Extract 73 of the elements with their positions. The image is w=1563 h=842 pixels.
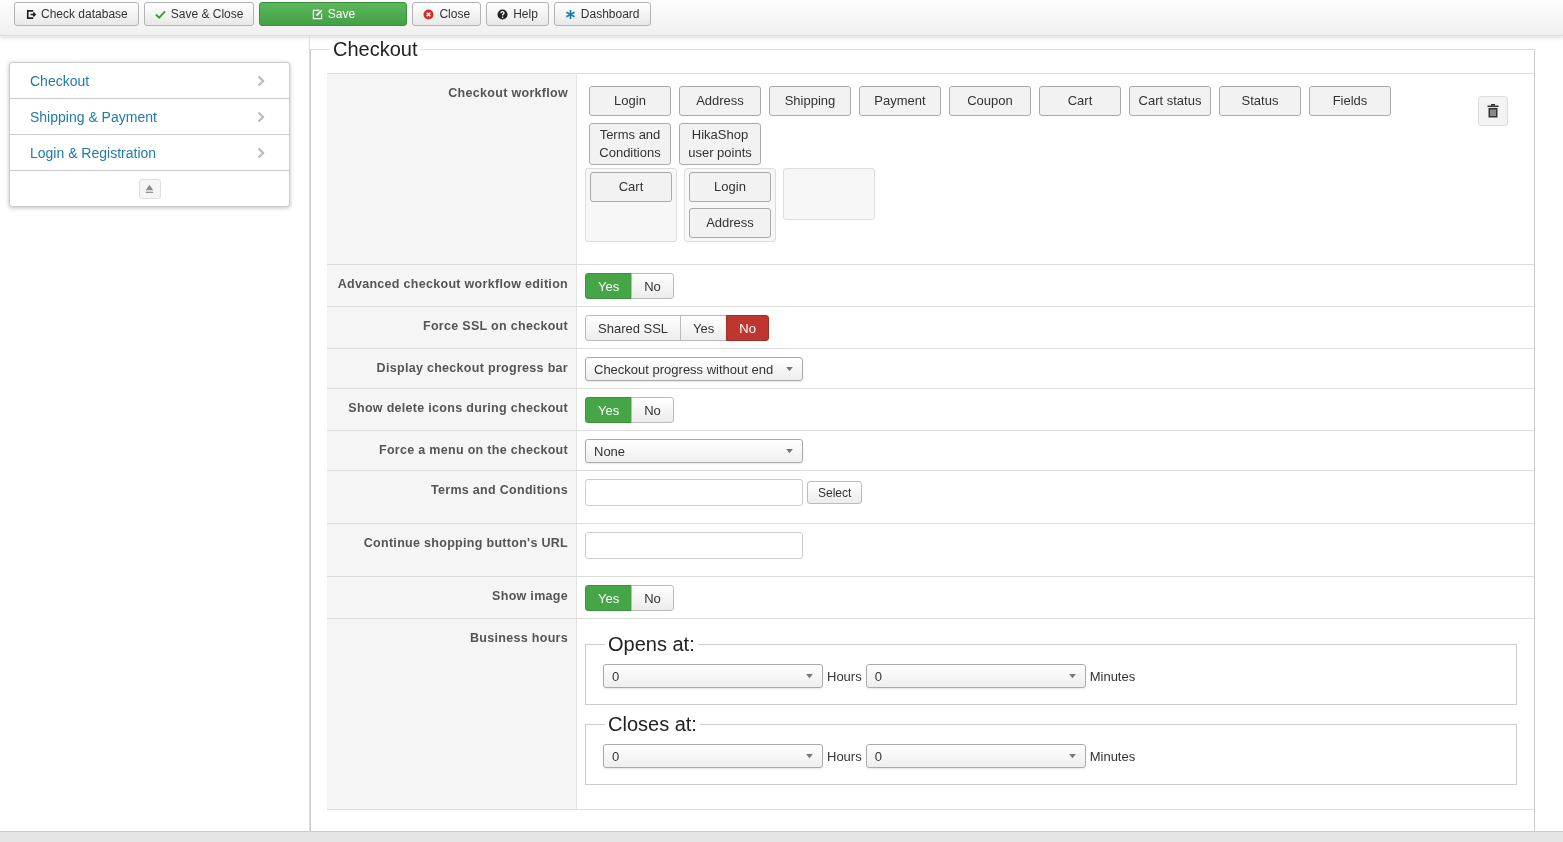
caret-icon xyxy=(1068,673,1076,679)
dropdown[interactable]: None xyxy=(585,439,803,463)
delete-button[interactable] xyxy=(1478,96,1508,126)
workflow-step[interactable]: HikaShop user points xyxy=(679,123,761,165)
dropdown[interactable]: Checkout progress without end xyxy=(585,357,803,381)
workflow-step[interactable]: Address xyxy=(679,86,761,116)
toggle-option[interactable]: No xyxy=(631,397,674,423)
workflow-step[interactable]: Fields xyxy=(1309,86,1391,116)
hours-dropdown[interactable]: 0 xyxy=(603,744,823,768)
field-label: Force a menu on the checkout xyxy=(379,443,568,457)
caret-icon xyxy=(806,753,813,759)
workflow-step[interactable]: Login xyxy=(589,86,671,116)
toolbar-button[interactable]: Check database xyxy=(14,2,139,26)
trash-icon xyxy=(1487,104,1499,118)
section-title: Checkout xyxy=(332,38,419,61)
toggle-option[interactable]: No xyxy=(631,585,674,611)
toggle-option[interactable]: Yes xyxy=(680,315,728,341)
unit-label: Minutes xyxy=(1089,748,1136,764)
time-legend: Closes at: xyxy=(605,713,700,736)
chevron-right-icon xyxy=(257,110,265,123)
toggle-option[interactable]: No xyxy=(726,315,769,341)
workflow-step[interactable]: Status xyxy=(1219,86,1301,116)
toggle-option[interactable]: Shared SSL xyxy=(585,315,682,341)
workflow-step[interactable]: Cart xyxy=(590,172,672,202)
hours-dropdown[interactable]: 0 xyxy=(603,664,823,688)
field-label: Terms and Conditions xyxy=(430,483,568,497)
field-label: Continue shopping button's URL xyxy=(363,536,568,550)
select-button[interactable]: Select xyxy=(807,481,863,504)
caret-icon xyxy=(1068,753,1076,759)
toolbar-button[interactable]: Help xyxy=(486,2,549,26)
field-label: Advanced checkout workflow edition xyxy=(337,277,568,291)
field-label: Checkout workflow xyxy=(448,86,568,100)
edit-icon xyxy=(311,8,323,20)
workflow-step[interactable]: Shipping xyxy=(769,86,851,116)
chevron-right-icon xyxy=(257,146,265,159)
field-label: Show image xyxy=(492,589,568,603)
toolbar-button[interactable]: Dashboard xyxy=(553,2,651,26)
field-label: Display checkout progress bar xyxy=(376,361,568,375)
export-icon xyxy=(25,8,36,20)
field-label: Force SSL on checkout xyxy=(423,319,568,333)
sidebar-item[interactable]: Checkout xyxy=(10,63,289,99)
sidebar-item[interactable]: Login & Registration xyxy=(10,135,289,171)
caret-icon xyxy=(786,366,793,372)
unit-label: Hours xyxy=(827,668,862,684)
field-label: Business hours xyxy=(470,631,568,645)
input-field[interactable] xyxy=(585,479,803,506)
time-legend: Opens at: xyxy=(605,633,698,656)
minutes-dropdown[interactable]: 0 xyxy=(865,744,1086,768)
collapse-button[interactable] xyxy=(138,178,161,199)
caret-icon xyxy=(806,673,813,679)
toolbar-button[interactable]: Save & Close xyxy=(143,2,255,26)
eject-icon xyxy=(144,183,155,194)
caret-icon xyxy=(786,448,793,454)
help-icon xyxy=(497,8,509,20)
workflow-step[interactable]: Coupon xyxy=(949,86,1031,116)
workflow-step[interactable]: Payment xyxy=(859,86,941,116)
workflow-step[interactable]: Cart xyxy=(1039,86,1121,116)
close-icon xyxy=(423,8,435,20)
field-label: Show delete icons during checkout xyxy=(348,401,568,415)
chevron-right-icon xyxy=(257,74,265,87)
toggle-option[interactable]: No xyxy=(631,273,674,299)
unit-label: Hours xyxy=(827,748,862,764)
sidebar-item[interactable]: Shipping & Payment xyxy=(10,99,289,135)
workflow-step[interactable]: Login xyxy=(689,172,771,202)
toolbar-button[interactable]: Close xyxy=(412,2,482,26)
check-icon xyxy=(154,8,166,20)
workflow-step[interactable]: Address xyxy=(689,208,771,238)
workflow-step[interactable]: Terms and Conditions xyxy=(589,123,671,165)
minutes-dropdown[interactable]: 0 xyxy=(865,664,1086,688)
workflow-step[interactable]: Cart status xyxy=(1129,86,1211,116)
asterisk-icon xyxy=(564,8,576,20)
unit-label: Minutes xyxy=(1089,668,1136,684)
input-field[interactable] xyxy=(585,532,803,559)
